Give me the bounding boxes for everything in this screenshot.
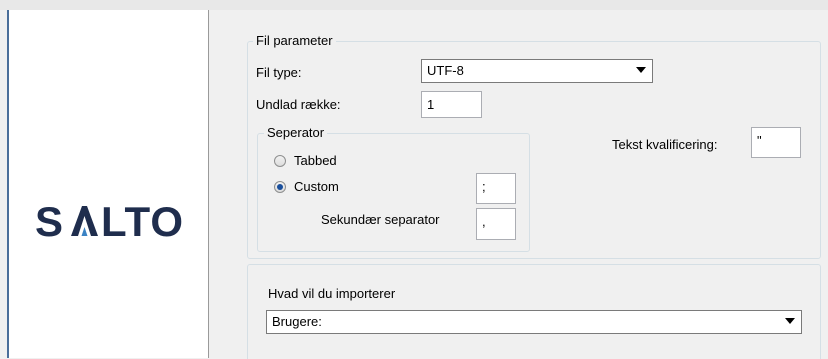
svg-text:LTO: LTO [101, 198, 184, 245]
secondary-separator-value: , [482, 214, 486, 229]
skip-rows-input[interactable]: 1 [421, 91, 482, 118]
chevron-down-icon [785, 318, 795, 324]
skip-rows-label: Undlad række: [256, 97, 341, 112]
secondary-separator-input[interactable]: , [476, 208, 516, 240]
text-qualifier-input[interactable]: " [751, 127, 801, 158]
text-qualifier-value: " [757, 133, 762, 148]
salto-logo: S LTO [35, 198, 184, 245]
import-type-dropdown[interactable]: Brugere: [266, 310, 802, 334]
logo-panel: S LTO [9, 10, 209, 358]
radio-selected-dot [277, 184, 283, 190]
separator-legend: Seperator [264, 125, 328, 140]
secondary-separator-label: Sekundær separator [321, 212, 440, 227]
custom-radio[interactable] [274, 181, 286, 193]
text-qualifier-label: Tekst kvalificering: [612, 137, 718, 152]
custom-separator-input[interactable]: ; [476, 173, 516, 204]
custom-separator-value: ; [482, 179, 486, 194]
custom-label[interactable]: Custom [294, 179, 339, 194]
import-type-value: Brugere: [272, 314, 322, 329]
chevron-down-icon [636, 67, 646, 73]
file-type-dropdown[interactable]: UTF-8 [421, 59, 653, 83]
skip-rows-value: 1 [427, 97, 435, 112]
svg-text:S: S [35, 198, 64, 245]
file-type-label: Fil type: [256, 65, 302, 80]
tabbed-radio[interactable] [274, 155, 286, 167]
tabbed-label[interactable]: Tabbed [294, 153, 337, 168]
file-type-value: UTF-8 [427, 63, 464, 78]
file-parameter-legend: Fil parameter [253, 33, 336, 48]
window-top-edge [0, 0, 828, 10]
import-label: Hvad vil du importerer [268, 286, 396, 301]
